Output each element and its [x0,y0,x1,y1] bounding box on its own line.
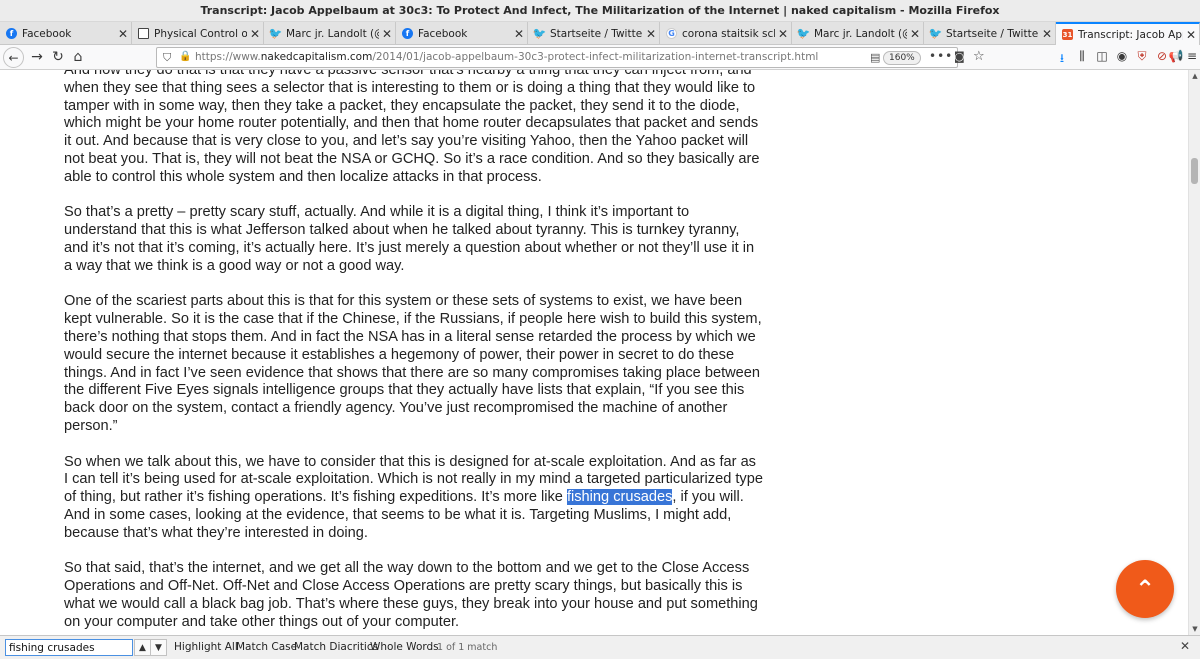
google-icon: G [666,28,677,39]
pocket-icon[interactable]: ◙ [954,50,965,63]
home-icon[interactable]: ⌂ [68,47,88,67]
tab-marc-landolt-2[interactable]: 🐦 Marc jr. Landolt (@Pin ✕ [792,22,924,45]
chevron-up-icon: ⌃ [1134,575,1156,603]
scroll-up-icon[interactable]: ▲ [1189,70,1200,82]
twitter-icon: 🐦 [532,27,547,40]
close-icon[interactable]: ✕ [247,27,263,41]
find-bar: ▲ ▼ Highlight All Match Case Match Diacr… [0,635,1200,659]
tab-strip: f Facebook ✕ Physical Control of the ✕ 🐦… [0,22,1200,45]
document-icon [138,28,149,39]
chevron-down-icon: ▼ [155,642,162,653]
close-icon[interactable]: ✕ [1180,639,1190,653]
megaphone-icon[interactable]: 📢 [1168,49,1184,63]
tab-twitter-home-2[interactable]: 🐦 Startseite / Twitter ✕ [924,22,1056,45]
find-previous-button[interactable]: ▲ [134,639,151,656]
reload-icon[interactable]: ↻ [48,47,68,67]
tab-label: Facebook [418,27,468,40]
article-paragraph: One of the scariest parts about this is … [64,293,762,434]
whole-words-toggle[interactable]: Whole Words [370,641,439,653]
tab-label: Startseite / Twitter [550,27,643,40]
close-icon[interactable]: ✕ [115,27,131,41]
match-diacritics-toggle[interactable]: Match Diacritics [294,641,378,653]
zoom-indicator[interactable]: 160% [883,51,921,65]
article-paragraph: So that’s a pretty – pretty scary stuff,… [64,204,755,274]
find-status: 1 of 1 match [437,642,498,653]
tab-marc-landolt[interactable]: 🐦 Marc jr. Landolt (@Pin ✕ [264,22,396,45]
tab-facebook-2[interactable]: f Facebook ✕ [396,22,528,45]
twitter-icon: 🐦 [796,27,811,40]
twitter-icon: 🐦 [268,27,283,40]
tab-label: Facebook [22,27,72,40]
facebook-icon: f [402,28,413,39]
find-next-button[interactable]: ▼ [150,639,167,656]
close-icon[interactable]: ✕ [511,27,527,41]
menu-icon[interactable]: ≡ [1184,49,1200,63]
url-bar[interactable]: ⛉ 🔒 https://www.nakedcapitalism.com/2014… [156,47,985,68]
vertical-scrollbar[interactable]: ▲ ▼ [1188,70,1200,635]
tab-physical-control[interactable]: Physical Control of the ✕ [132,22,264,45]
tab-transcript-active[interactable]: 31 Transcript: Jacob Appe ✕ [1056,22,1200,45]
ublock-icon[interactable]: ⛨ [1134,49,1150,64]
tab-label: Transcript: Jacob Appe [1078,28,1183,41]
tab-label: Physical Control of the [154,27,247,40]
tab-twitter-home[interactable]: 🐦 Startseite / Twitter ✕ [528,22,660,45]
shield-icon[interactable]: ⛉ [163,51,171,65]
window-title: Transcript: Jacob Appelbaum at 30c3: To … [200,4,1000,17]
highlight-all-toggle[interactable]: Highlight All [174,641,238,653]
find-input[interactable] [5,639,133,656]
article-paragraph: And how they do that is that they have a… [64,70,760,185]
tab-label: Marc jr. Landolt (@Pin [814,27,907,40]
page-content: And how they do that is that they have a… [0,70,1188,635]
tab-facebook[interactable]: f Facebook ✕ [0,22,132,45]
bookmark-star-icon[interactable]: ☆ [973,49,985,64]
page-actions-icon[interactable]: ••• [929,49,953,63]
close-icon[interactable]: ✕ [775,27,791,41]
lock-icon[interactable]: 🔒 [179,51,191,62]
scrollbar-thumb[interactable] [1191,158,1198,184]
navigation-toolbar: ← → ↻ ⌂ ⛉ 🔒 https://www.nakedcapitalism.… [0,45,1200,70]
tab-google-search[interactable]: G corona staitsik schweiz ✕ [660,22,792,45]
naked-capitalism-icon: 31 [1062,29,1073,40]
close-icon[interactable]: ✕ [1183,28,1199,42]
download-icon[interactable]: ⭳ [1054,49,1070,70]
back-arrow-icon[interactable]: ← [3,47,24,68]
close-icon[interactable]: ✕ [907,27,923,41]
article-body: And how they do that is that they have a… [64,70,764,635]
tab-label: Marc jr. Landolt (@Pin [286,27,379,40]
tab-label: corona staitsik schweiz [682,27,775,40]
reader-view-icon[interactable]: ▤ [870,51,880,64]
close-icon[interactable]: ✕ [643,27,659,41]
close-icon[interactable]: ✕ [379,27,395,41]
sidebar-icon[interactable]: ◫ [1094,49,1110,63]
forward-arrow-icon[interactable]: → [27,47,47,67]
close-icon[interactable]: ✕ [1039,27,1055,41]
scroll-to-top-button[interactable]: ⌃ [1116,560,1174,618]
window-titlebar: Transcript: Jacob Appelbaum at 30c3: To … [0,0,1200,22]
facebook-icon: f [6,28,17,39]
match-case-toggle[interactable]: Match Case [236,641,297,653]
article-paragraph: So that said, that’s the internet, and w… [64,560,758,630]
chevron-up-icon: ▲ [139,642,146,653]
url-text[interactable]: https://www.nakedcapitalism.com/2014/01/… [195,51,818,63]
article-paragraph: So when we talk about this, we have to c… [64,454,764,543]
twitter-icon: 🐦 [928,27,943,40]
scroll-down-icon[interactable]: ▼ [1189,623,1200,635]
account-icon[interactable]: ◉ [1114,49,1130,63]
library-icon[interactable]: ⫼ [1074,49,1090,64]
tab-label: Startseite / Twitter [946,27,1039,40]
find-highlight: fishing crusades [566,489,673,506]
